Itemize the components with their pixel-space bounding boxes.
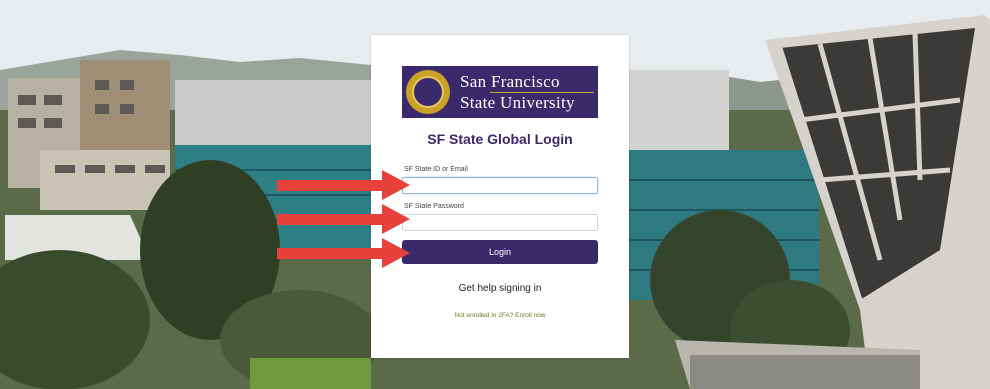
password-input[interactable] [403, 218, 597, 233]
password-field-wrapper [402, 214, 598, 233]
id-field-label: SF State ID or Email [404, 166, 468, 173]
login-title: SF State Global Login [427, 131, 573, 147]
password-field-label: SF State Password [404, 203, 464, 210]
enroll-2fa-link[interactable]: Not enrolled in 2FA? Enroll now [371, 312, 629, 319]
logo-line-1: San Francisco [460, 72, 560, 91]
login-card: San Francisco State University SF State … [371, 35, 629, 358]
university-logo: San Francisco State University [402, 66, 598, 118]
help-signing-in-link[interactable]: Get help signing in [371, 283, 629, 294]
university-seal-icon [406, 70, 450, 114]
logo-line-2: State University [460, 93, 575, 112]
id-field-wrapper [402, 177, 598, 196]
logo-divider [490, 92, 594, 93]
login-button[interactable]: Login [402, 240, 598, 264]
id-input[interactable] [403, 181, 597, 196]
